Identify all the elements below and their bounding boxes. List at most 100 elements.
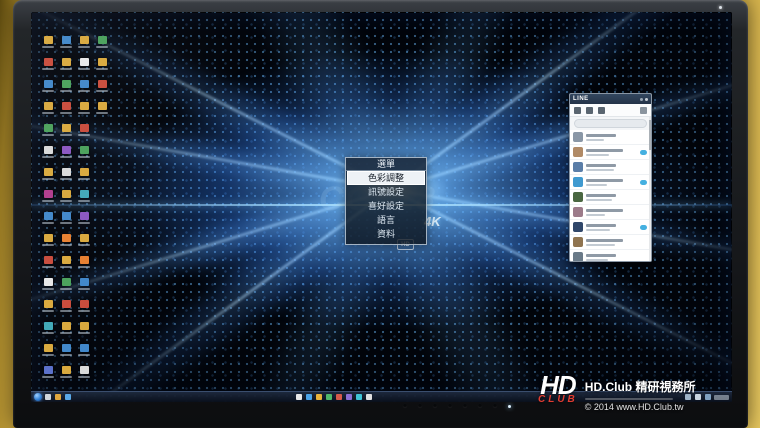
- desktop-icon[interactable]: [39, 124, 57, 146]
- desktop-icon[interactable]: [93, 58, 111, 80]
- desktop-icon[interactable]: [39, 80, 57, 102]
- desktop-icon[interactable]: [57, 168, 75, 190]
- chat-list-item[interactable]: [570, 220, 651, 235]
- desktop-icon[interactable]: [57, 80, 75, 102]
- desktop-icon[interactable]: [39, 190, 57, 212]
- desktop-icon[interactable]: [39, 300, 57, 322]
- desktop-icon[interactable]: [57, 322, 75, 344]
- monitor-button[interactable]: [463, 404, 467, 408]
- monitor-button[interactable]: [448, 404, 452, 408]
- osd-item[interactable]: 色彩調整: [347, 171, 425, 185]
- desktop-icon[interactable]: [39, 102, 57, 124]
- desktop-icon[interactable]: [75, 190, 93, 212]
- taskbar-icon[interactable]: [336, 394, 342, 400]
- chat-list-item[interactable]: [570, 130, 651, 145]
- desktop-icon[interactable]: [39, 256, 57, 278]
- chat-list-item[interactable]: [570, 160, 651, 175]
- taskbar-icon[interactable]: [695, 394, 701, 400]
- desktop-icon[interactable]: [75, 36, 93, 58]
- desktop-icon[interactable]: [57, 58, 75, 80]
- desktop-icon[interactable]: [75, 212, 93, 234]
- desktop-icon[interactable]: [39, 278, 57, 300]
- desktop-icon[interactable]: [75, 168, 93, 190]
- taskbar-icon[interactable]: [306, 394, 312, 400]
- scrollbar[interactable]: [649, 117, 651, 261]
- desktop-icon[interactable]: [57, 300, 75, 322]
- desktop-icon[interactable]: [93, 80, 111, 102]
- desktop-icon[interactable]: [39, 168, 57, 190]
- osd-item[interactable]: 喜好設定: [347, 199, 425, 213]
- desktop-icon[interactable]: [39, 146, 57, 168]
- taskbar-icon[interactable]: [296, 394, 302, 400]
- chat-list-item[interactable]: [570, 190, 651, 205]
- desktop-icon[interactable]: [93, 36, 111, 58]
- desktop-icon[interactable]: [39, 344, 57, 366]
- desktop-icon[interactable]: [75, 102, 93, 124]
- desktop-icon[interactable]: [57, 124, 75, 146]
- chat-list-item[interactable]: [570, 250, 651, 262]
- taskbar-icon[interactable]: [705, 394, 711, 400]
- desktop-icon[interactable]: [39, 322, 57, 344]
- desktop-icon[interactable]: [39, 366, 57, 388]
- chats-icon[interactable]: [586, 107, 593, 114]
- taskbar-clock[interactable]: [714, 395, 729, 400]
- desktop-icon[interactable]: [57, 212, 75, 234]
- desktop-icon[interactable]: [57, 102, 75, 124]
- settings-icon[interactable]: [640, 107, 647, 114]
- monitor-button[interactable]: [478, 404, 482, 408]
- desktop-icon[interactable]: [57, 36, 75, 58]
- taskbar-icon[interactable]: [356, 394, 362, 400]
- taskbar-icon[interactable]: [316, 394, 322, 400]
- desktop-icon[interactable]: [39, 58, 57, 80]
- minimize-icon[interactable]: [640, 98, 643, 101]
- desktop-icon[interactable]: [75, 322, 93, 344]
- taskbar-icon[interactable]: [65, 394, 71, 400]
- desktop-icon[interactable]: [75, 256, 93, 278]
- monitor-button[interactable]: [493, 404, 497, 408]
- desktop-icon[interactable]: [57, 234, 75, 256]
- desktop-icon[interactable]: [75, 146, 93, 168]
- chat-list-item[interactable]: [570, 175, 651, 190]
- osd-item[interactable]: 資料: [347, 227, 425, 241]
- desktop-icon[interactable]: [57, 190, 75, 212]
- desktop-icon[interactable]: [57, 278, 75, 300]
- taskbar-icon[interactable]: [346, 394, 352, 400]
- monitor-button[interactable]: [418, 404, 422, 408]
- chat-list-item[interactable]: [570, 205, 651, 220]
- osd-item[interactable]: 訊號設定: [347, 185, 425, 199]
- search-input[interactable]: [574, 119, 647, 128]
- taskbar-icon[interactable]: [45, 394, 51, 400]
- desktop-icon[interactable]: [57, 146, 75, 168]
- line-titlebar[interactable]: LINE: [570, 94, 651, 104]
- desktop-icon[interactable]: [57, 256, 75, 278]
- chat-list-item[interactable]: [570, 145, 651, 160]
- desktop-icon[interactable]: [75, 124, 93, 146]
- desktop-icon[interactable]: [75, 300, 93, 322]
- monitor-button[interactable]: [403, 404, 407, 408]
- desktop-icon[interactable]: [75, 234, 93, 256]
- desktop-icon[interactable]: [57, 344, 75, 366]
- desktop-icon[interactable]: [75, 58, 93, 80]
- scrollbar-thumb[interactable]: [649, 120, 651, 150]
- friends-icon[interactable]: [574, 107, 581, 114]
- monitor-button[interactable]: [433, 404, 437, 408]
- desktop-icon[interactable]: [39, 36, 57, 58]
- desktop-icon[interactable]: [75, 278, 93, 300]
- taskbar-icon[interactable]: [55, 394, 61, 400]
- desktop-icon[interactable]: [93, 102, 111, 124]
- desktop-icon-image: [98, 58, 107, 66]
- desktop-icon[interactable]: [75, 344, 93, 366]
- taskbar-icon[interactable]: [366, 394, 372, 400]
- desktop-icon-image: [62, 190, 71, 198]
- close-icon[interactable]: [645, 98, 648, 101]
- start-button[interactable]: [34, 393, 42, 401]
- desktop-icon[interactable]: [39, 212, 57, 234]
- desktop-icon[interactable]: [57, 366, 75, 388]
- desktop-icon[interactable]: [39, 234, 57, 256]
- desktop-icon[interactable]: [75, 366, 93, 388]
- osd-item[interactable]: 語言: [347, 213, 425, 227]
- desktop-icon[interactable]: [75, 80, 93, 102]
- chat-list-item[interactable]: [570, 235, 651, 250]
- add-friend-icon[interactable]: [598, 107, 605, 114]
- taskbar-icon[interactable]: [326, 394, 332, 400]
